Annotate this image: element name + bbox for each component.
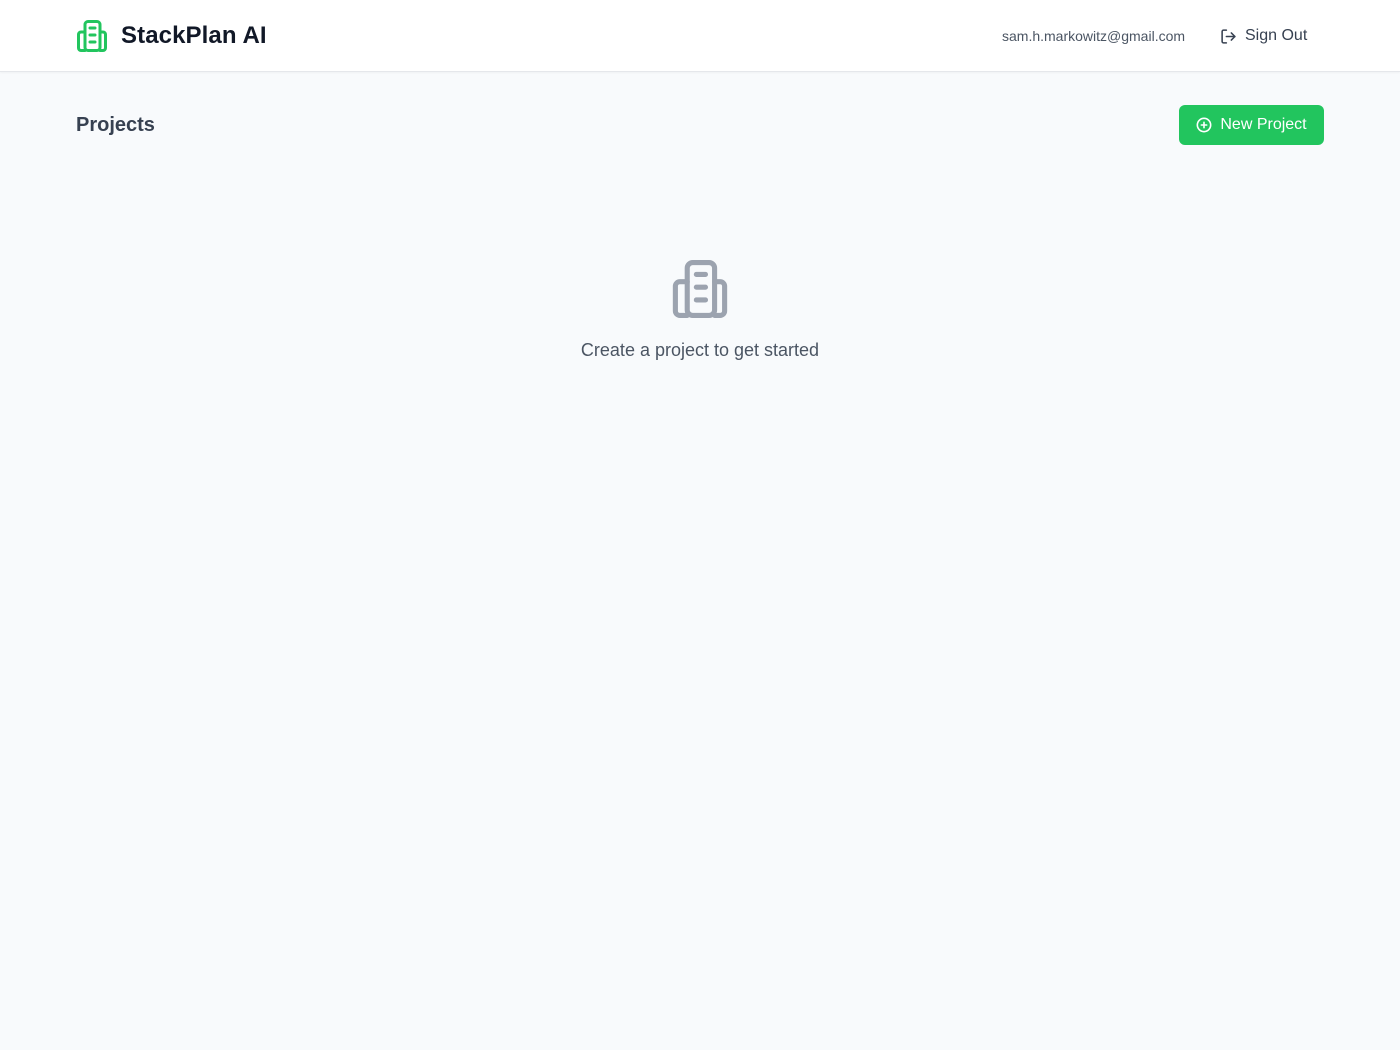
user-email: sam.h.markowitz@gmail.com — [1002, 28, 1186, 44]
log-out-icon — [1221, 28, 1236, 44]
new-project-label: New Project — [1220, 116, 1307, 133]
sign-out-button[interactable]: Sign Out — [1220, 24, 1307, 48]
empty-state-message: Create a project to get started — [580, 340, 820, 360]
building-icon — [77, 20, 107, 52]
plus-circle-icon — [1196, 117, 1212, 133]
empty-state: Create a project to get started — [500, 258, 900, 361]
sign-out-label: Sign Out — [1245, 27, 1308, 44]
page-title: Projects — [76, 114, 155, 136]
brand[interactable]: StackPlan AI — [76, 19, 267, 53]
new-project-button[interactable]: New Project — [1179, 105, 1324, 145]
app-name: StackPlan AI — [121, 22, 267, 49]
building-icon — [672, 260, 728, 318]
top-header: StackPlan AI sam.h.markowitz@gmail.com S… — [0, 0, 1400, 72]
